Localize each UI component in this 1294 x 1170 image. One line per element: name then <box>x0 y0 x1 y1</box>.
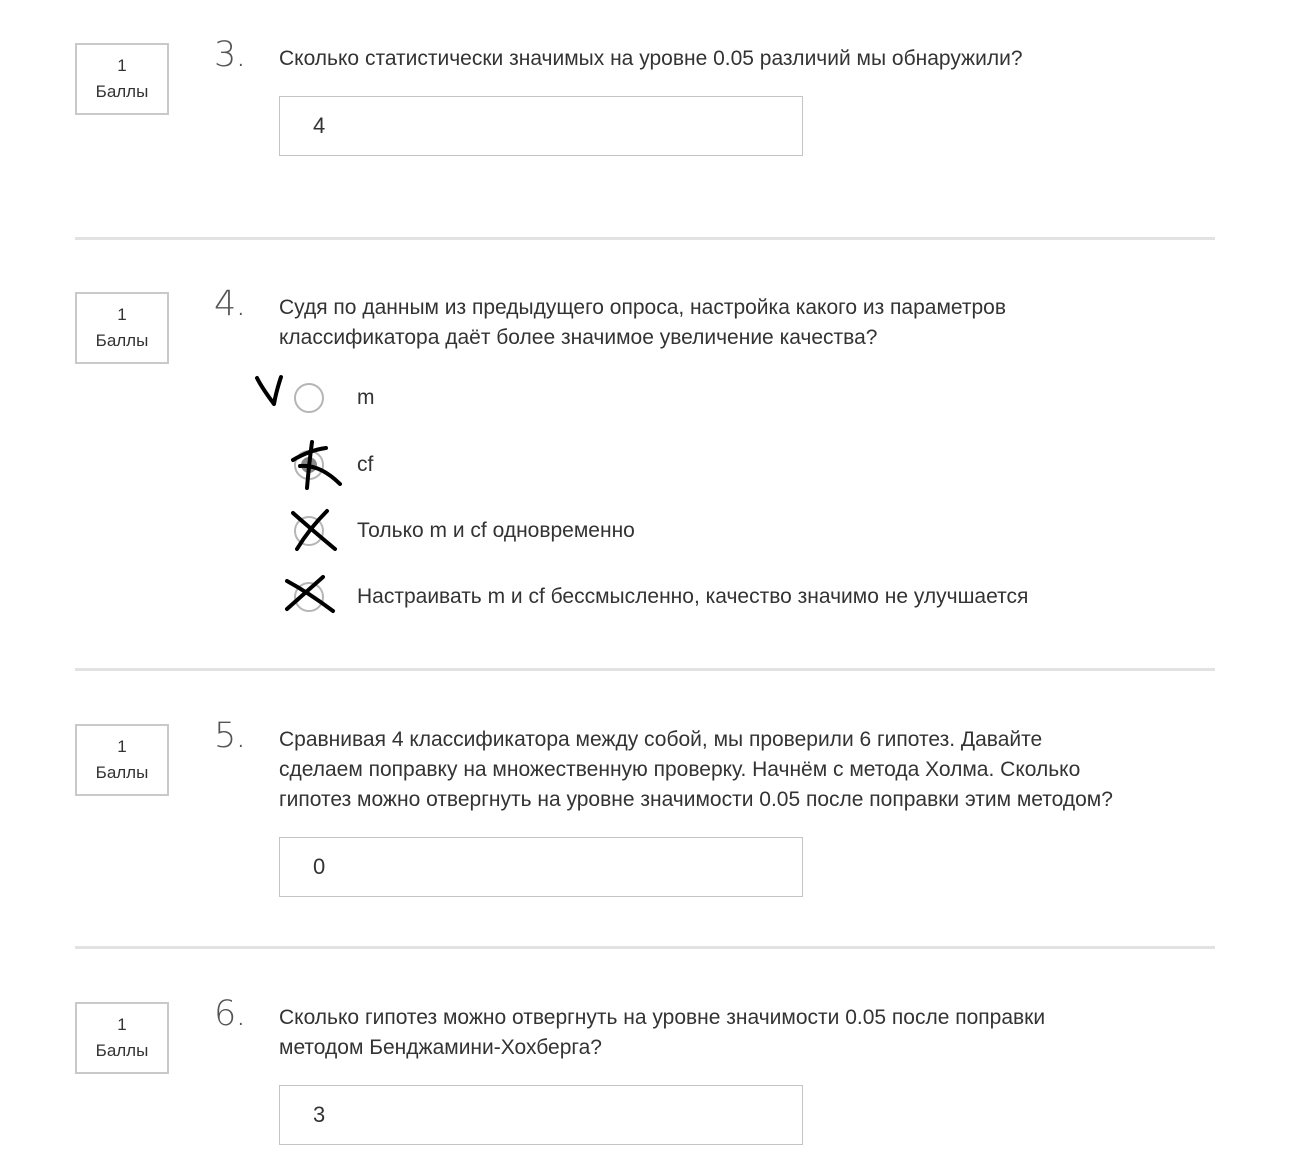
points-box-q6: 1 Баллы <box>75 1002 169 1074</box>
option-cf[interactable]: cf <box>284 440 1104 490</box>
question-text-line: классификатора даёт более значимое увели… <box>279 326 878 349</box>
points-label: Баллы <box>95 1041 149 1060</box>
points-value: 1 <box>117 737 127 756</box>
question-text-line: методом Бенджамини-Хохберга? <box>279 1036 602 1059</box>
quiz-page: 1 Баллы 3. Сколько статистически значимы… <box>0 0 1294 1170</box>
answer-input-q6[interactable] <box>279 1085 803 1145</box>
option-label: m <box>357 386 375 409</box>
divider <box>75 946 1215 949</box>
option-label: cf <box>357 453 374 476</box>
option-m-and-cf[interactable]: Только m и cf одновременно <box>284 506 1104 556</box>
question-text-3: Сколько статистически значимых на уровне… <box>279 47 1023 70</box>
question-text-line: Судя по данным из предыдущего опроса, на… <box>279 296 1007 319</box>
points-value: 1 <box>117 56 127 75</box>
question-text-5: Сравнивая 4 классификатора между собой, … <box>279 725 1179 815</box>
question-number-3: 3. <box>214 35 246 75</box>
radio-button[interactable] <box>294 582 324 612</box>
question-text-4: Судя по данным из предыдущего опроса, на… <box>279 293 1179 353</box>
question-number-4: 4. <box>214 284 246 324</box>
radio-button-selected[interactable] <box>294 450 324 480</box>
option-label: Только m и cf одновременно <box>357 519 635 542</box>
divider <box>75 237 1215 240</box>
option-m[interactable]: m <box>284 373 1104 423</box>
points-box-q5: 1 Баллы <box>75 724 169 796</box>
question-text-line: сделаем поправку на множественную провер… <box>279 758 1081 781</box>
question-text-line: Сколько гипотез можно отвергнуть на уров… <box>279 1006 1046 1029</box>
option-label: Настраивать m и cf бессмысленно, качеств… <box>357 585 1029 608</box>
points-value: 1 <box>117 1015 127 1034</box>
check-mark-icon <box>255 375 283 406</box>
question-text-line: Сравнивая 4 классификатора между собой, … <box>279 728 1043 751</box>
radio-button[interactable] <box>294 516 324 546</box>
divider <box>75 668 1215 671</box>
option-no-improvement[interactable]: Настраивать m и cf бессмысленно, качеств… <box>284 572 1104 622</box>
question-number-6: 6. <box>214 994 246 1034</box>
question-text-line: гипотез можно отвергнуть на уровне значи… <box>279 788 1113 811</box>
points-label: Баллы <box>95 331 149 350</box>
question-number-5: 5. <box>214 716 246 756</box>
answer-input-q3[interactable] <box>279 96 803 156</box>
points-label: Баллы <box>95 82 149 101</box>
points-box-q4: 1 Баллы <box>75 292 169 364</box>
points-label: Баллы <box>95 763 149 782</box>
question-text-6: Сколько гипотез можно отвергнуть на уров… <box>279 1003 1179 1063</box>
points-value: 1 <box>117 305 127 324</box>
answer-input-q5[interactable] <box>279 837 803 897</box>
radio-button[interactable] <box>294 383 324 413</box>
points-box-q3: 1 Баллы <box>75 43 169 115</box>
